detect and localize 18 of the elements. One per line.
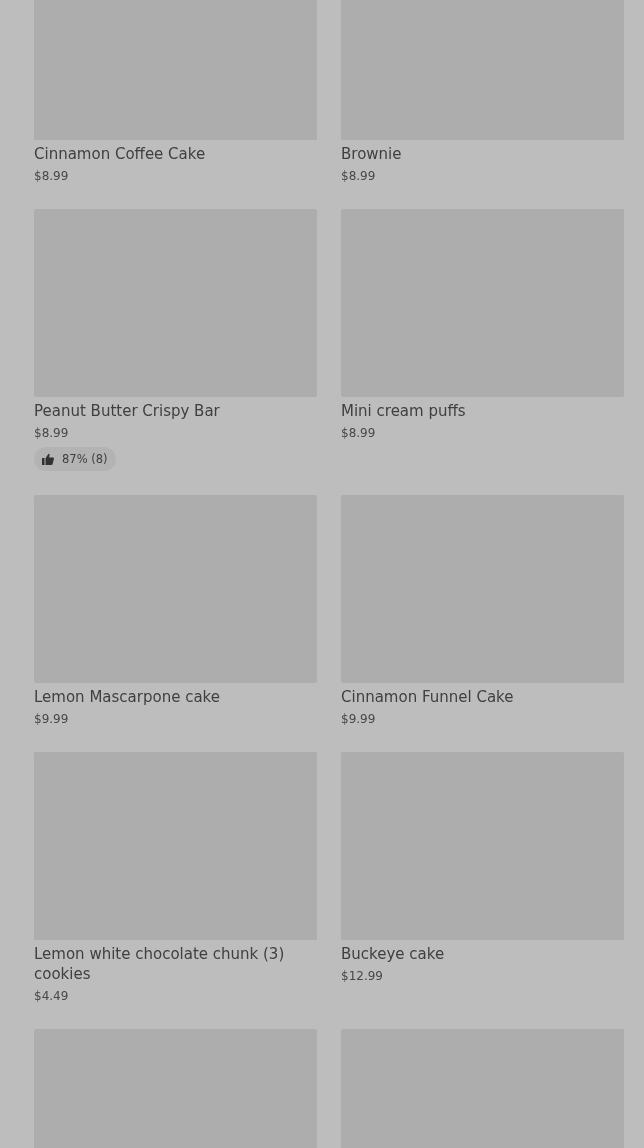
product-price: $12.99	[341, 968, 383, 985]
product-name[interactable]: Cinnamon Coffee Cake	[34, 144, 206, 164]
product-name[interactable]: Brownie	[341, 144, 402, 164]
product-name[interactable]: Cinnamon Funnel Cake	[341, 687, 514, 707]
thumbs-up-icon	[42, 453, 54, 465]
product-name[interactable]: Peanut Butter Crispy Bar	[34, 401, 220, 421]
product-name[interactable]: Lemon Mascarpone cake	[34, 687, 220, 707]
product-name[interactable]: Mini cream puffs	[341, 401, 466, 421]
product-price: $4.49	[34, 988, 69, 1005]
product-name[interactable]: Lemon white chocolate chunk (3) cookies	[34, 944, 317, 984]
product-price: $8.99	[34, 425, 69, 442]
product-price: $9.99	[341, 711, 376, 728]
product-price: $8.99	[34, 168, 69, 185]
product-name[interactable]: Buckeye cake	[341, 944, 445, 964]
product-price: $9.99	[34, 711, 69, 728]
product-price: $8.99	[341, 425, 376, 442]
rating-text: 87% (8)	[62, 452, 108, 466]
product-price: $8.99	[341, 168, 376, 185]
